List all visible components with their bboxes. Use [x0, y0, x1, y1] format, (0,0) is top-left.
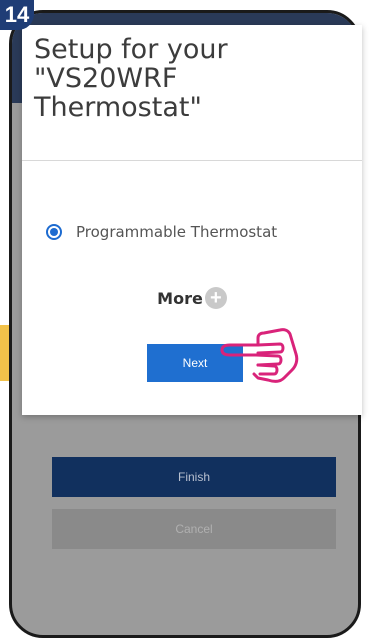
option-programmable-thermostat[interactable]: Programmable Thermostat [46, 223, 277, 241]
dialog-title: Setup for your "VS20WRF Thermostat" [34, 34, 228, 123]
pointing-hand-icon [220, 328, 299, 383]
dialog-divider [22, 160, 362, 161]
step-number-badge: 14 [0, 0, 34, 30]
finish-button[interactable]: Finish [52, 457, 336, 497]
plus-icon[interactable]: + [204, 287, 227, 309]
option-label: Programmable Thermostat [76, 223, 278, 241]
setup-dialog: Setup for your "VS20WRF Thermostat" Prog… [22, 25, 362, 415]
cancel-button[interactable]: Cancel [52, 509, 336, 549]
radio-selected-icon[interactable] [46, 224, 62, 240]
more-toggle[interactable]: More + [22, 287, 362, 309]
more-label: More [157, 288, 203, 308]
